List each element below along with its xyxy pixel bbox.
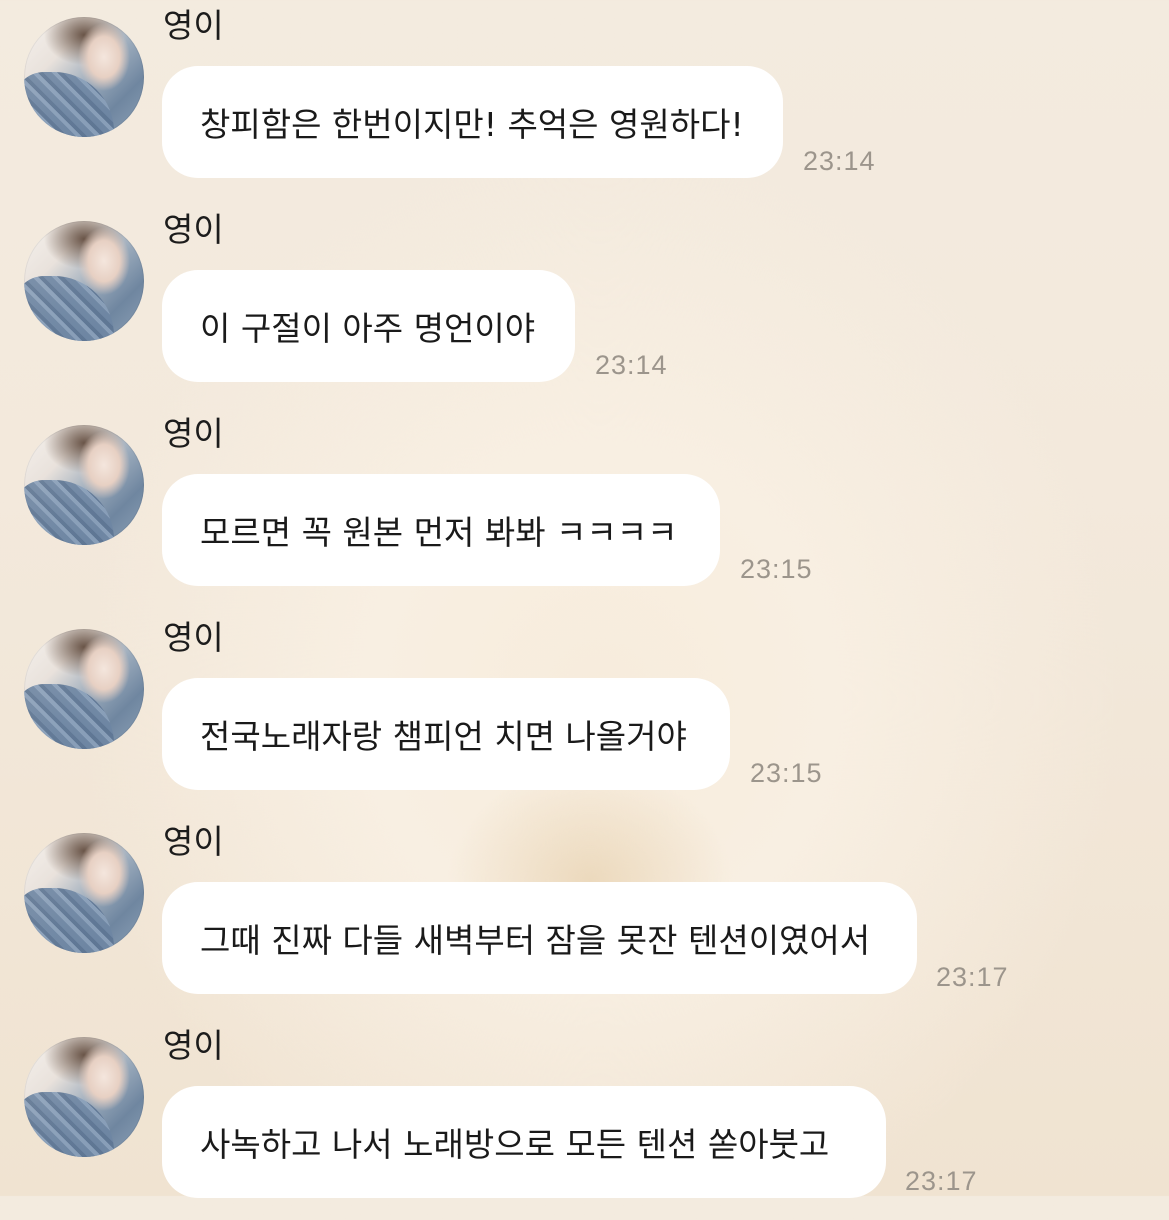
message-row: 영이 창피함은 한번이지만! 추억은 영원하다! 23:14 xyxy=(0,0,1169,200)
sender-name: 영이 xyxy=(163,210,224,249)
message-bubble[interactable]: 이 구절이 아주 명언이야 xyxy=(162,270,575,382)
message-bubble[interactable]: 창피함은 한번이지만! 추억은 영원하다! xyxy=(162,66,783,178)
message-time: 23:15 xyxy=(750,758,823,788)
avatar[interactable] xyxy=(24,425,144,545)
message-bubble[interactable]: 사녹하고 나서 노래방으로 모든 텐션 쏟아붓고 xyxy=(162,1086,886,1198)
message-time: 23:14 xyxy=(595,350,668,380)
avatar[interactable] xyxy=(24,221,144,341)
message-text: 모르면 꼭 원본 먼저 봐봐 ㅋㅋㅋㅋ xyxy=(200,513,678,552)
message-text: 창피함은 한번이지만! 추억은 영원하다! xyxy=(200,105,744,144)
message-text: 전국노래자랑 챔피언 치면 나올거야 xyxy=(200,717,687,756)
avatar[interactable] xyxy=(24,17,144,137)
message-text: 이 구절이 아주 명언이야 xyxy=(200,309,536,348)
message-bubble[interactable]: 모르면 꼭 원본 먼저 봐봐 ㅋㅋㅋㅋ xyxy=(162,474,720,586)
sender-name: 영이 xyxy=(163,618,224,657)
message-time: 23:17 xyxy=(905,1166,978,1196)
message-time: 23:14 xyxy=(803,146,876,176)
sender-name: 영이 xyxy=(163,414,224,453)
message-text: 사녹하고 나서 노래방으로 모든 텐션 쏟아붓고 xyxy=(200,1125,830,1164)
message-row: 영이 그때 진짜 다들 새벽부터 잠을 못잔 텐션이였어서 23:17 xyxy=(0,816,1169,1016)
sender-name: 영이 xyxy=(163,822,224,861)
message-row: 영이 사녹하고 나서 노래방으로 모든 텐션 쏟아붓고 23:17 xyxy=(0,1020,1169,1220)
message-time: 23:17 xyxy=(936,962,1009,992)
message-row: 영이 전국노래자랑 챔피언 치면 나올거야 23:15 xyxy=(0,612,1169,812)
avatar[interactable] xyxy=(24,1037,144,1157)
avatar[interactable] xyxy=(24,629,144,749)
message-time: 23:15 xyxy=(740,554,813,584)
sender-name: 영이 xyxy=(163,6,224,45)
message-row: 영이 모르면 꼭 원본 먼저 봐봐 ㅋㅋㅋㅋ 23:15 xyxy=(0,408,1169,608)
message-text: 그때 진짜 다들 새벽부터 잠을 못잔 텐션이였어서 xyxy=(200,921,871,960)
avatar[interactable] xyxy=(24,833,144,953)
sender-name: 영이 xyxy=(163,1026,224,1065)
chat-window: 영이 창피함은 한번이지만! 추억은 영원하다! 23:14 영이 이 구절이 … xyxy=(0,0,1169,1198)
message-row: 영이 이 구절이 아주 명언이야 23:14 xyxy=(0,204,1169,404)
message-bubble[interactable]: 전국노래자랑 챔피언 치면 나올거야 xyxy=(162,678,730,790)
message-bubble[interactable]: 그때 진짜 다들 새벽부터 잠을 못잔 텐션이였어서 xyxy=(162,882,917,994)
